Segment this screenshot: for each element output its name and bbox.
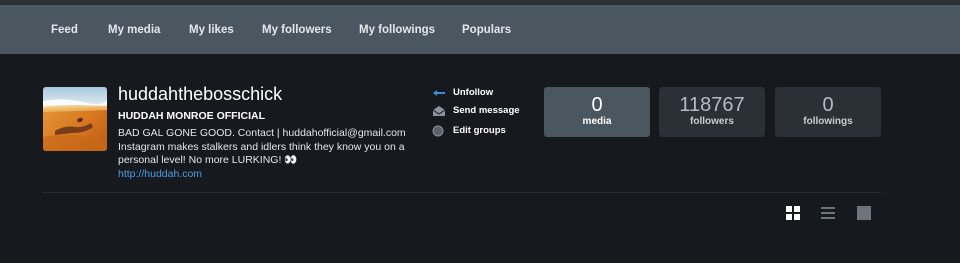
- avatar-image: [43, 87, 107, 151]
- stat-followers[interactable]: 118767 followers: [659, 87, 765, 137]
- grid-view-icon[interactable]: [786, 206, 800, 220]
- arrow-left-icon: [433, 90, 445, 96]
- edit-groups-label: Edit groups: [453, 125, 506, 136]
- stat-followings-label: followings: [803, 116, 853, 127]
- profile-username: huddahthebosschick: [118, 84, 283, 104]
- eyes-emoji-icon: 👀: [284, 154, 297, 166]
- profile-website-link[interactable]: http://huddah.com: [118, 168, 202, 180]
- list-view-icon[interactable]: [821, 206, 835, 220]
- envelope-icon: [432, 106, 446, 116]
- single-view-icon[interactable]: [857, 206, 871, 220]
- nav-my-media[interactable]: My media: [108, 24, 160, 36]
- nav-my-followings[interactable]: My followings: [359, 24, 435, 36]
- main-nav: Feed My media My likes My followers My f…: [0, 5, 960, 54]
- section-divider: [43, 192, 881, 193]
- circle-icon: [432, 125, 444, 137]
- send-message-label: Send message: [453, 105, 520, 116]
- profile-bio: BAD GAL GONE GOOD. Contact | huddahoffic…: [118, 127, 428, 168]
- stat-media-value: 0: [591, 94, 603, 116]
- stat-followings-value: 0: [822, 94, 834, 116]
- profile-full-name: HUDDAH MONROE OFFICIAL: [118, 110, 265, 122]
- stat-followers-value: 118767: [679, 94, 745, 116]
- stat-followers-label: followers: [690, 116, 734, 127]
- profile-bio-text: BAD GAL GONE GOOD. Contact | huddahoffic…: [118, 127, 406, 166]
- nav-feed[interactable]: Feed: [51, 24, 78, 36]
- nav-my-likes[interactable]: My likes: [189, 24, 234, 36]
- stat-followings[interactable]: 0 followings: [775, 87, 881, 137]
- unfollow-label: Unfollow: [453, 87, 494, 98]
- nav-my-followers[interactable]: My followers: [262, 24, 332, 36]
- stat-media-label: media: [582, 116, 612, 127]
- profile-avatar[interactable]: [43, 87, 107, 151]
- stat-media[interactable]: 0 media: [544, 87, 650, 137]
- nav-populars[interactable]: Populars: [462, 24, 511, 36]
